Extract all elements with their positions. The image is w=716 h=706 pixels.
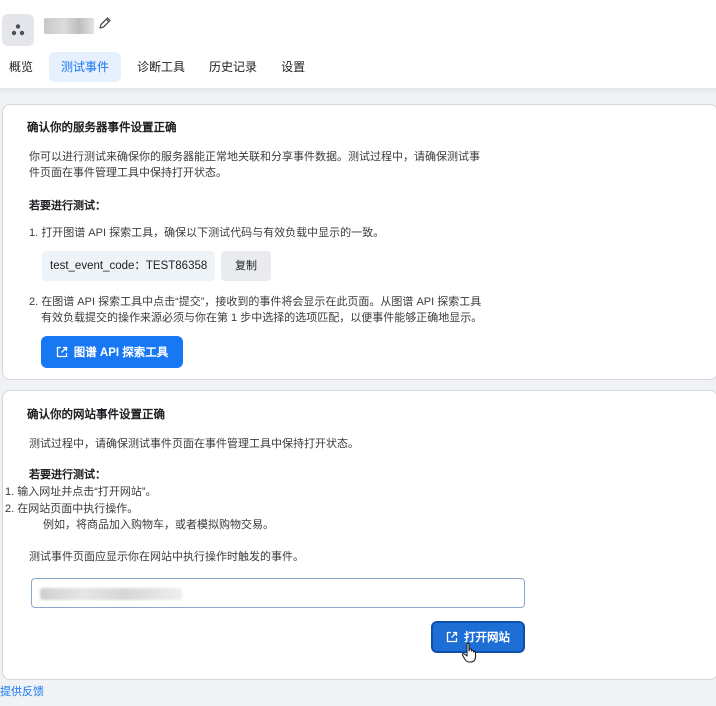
top-bar: 概览 测试事件 诊断工具 历史记录 设置: [0, 0, 716, 88]
website-step2-line1: 2. 在网站页面中执行操作。: [5, 503, 139, 515]
pixel-name-redacted: [44, 18, 94, 34]
website-step2-line2: 例如，将商品加入购物车，或者模拟购物交易。: [43, 519, 274, 531]
server-step2-line2: 有效负载提交的操作来源必须与你在第 1 步中选择的选项匹配，以便事件能够正确地显…: [41, 312, 483, 324]
website-url-input[interactable]: [31, 578, 525, 608]
copy-button[interactable]: 复制: [221, 251, 271, 281]
test-event-code: test_event_code：TEST86358: [42, 251, 216, 281]
website-steps-heading: 若要进行测试：: [29, 469, 106, 481]
server-intro-line2: 件页面在事件管理工具中保持打开状态。: [29, 167, 227, 179]
external-link-icon: [56, 346, 67, 358]
server-step1: 1. 打开图谱 API 探索工具，确保以下测试代码与有效负载中显示的一致。: [29, 227, 385, 239]
graph-api-explorer-button[interactable]: 图谱 API 探索工具: [41, 336, 183, 368]
tab-bar: 概览 测试事件 诊断工具 历史记录 设置: [0, 52, 317, 82]
server-step2-line1: 2. 在图谱 API 探索工具中点击“提交”，接收到的事件将会显示在此页面。从图…: [29, 296, 482, 308]
server-section-title: 确认你的服务器事件设置正确: [27, 122, 177, 134]
website-note: 测试事件页面应显示你在网站中执行操作时触发的事件。: [29, 551, 304, 563]
pixel-icon-glyph: [11, 24, 25, 36]
feedback-link[interactable]: 提供反馈: [0, 683, 44, 699]
server-events-card: 确认你的服务器事件设置正确 你可以进行测试来确保你的服务器能正常地关联和分享事件…: [2, 104, 716, 380]
url-redacted: [40, 588, 182, 600]
tab-history[interactable]: 历史记录: [197, 52, 269, 82]
pixel-icon[interactable]: [2, 14, 34, 46]
tab-overview[interactable]: 概览: [0, 52, 45, 82]
header-divider: [0, 88, 716, 94]
website-events-card: 确认你的网站事件设置正确 测试过程中，请确保测试事件页面在事件管理工具中保持打开…: [2, 390, 716, 680]
tab-diagnostics[interactable]: 诊断工具: [125, 52, 197, 82]
tab-test-events[interactable]: 测试事件: [49, 52, 122, 82]
server-intro-line1: 你可以进行测试来确保你的服务器能正常地关联和分享事件数据。测试过程中，请确保测试…: [29, 151, 480, 163]
graph-api-explorer-label: 图谱 API 探索工具: [73, 347, 169, 359]
external-link-icon: [446, 631, 458, 643]
tab-settings[interactable]: 设置: [269, 52, 317, 82]
website-intro: 测试过程中，请确保测试事件页面在事件管理工具中保持打开状态。: [29, 438, 359, 450]
pencil-icon[interactable]: [98, 16, 112, 35]
server-steps-heading: 若要进行测试：: [29, 200, 106, 212]
website-step1: 1. 输入网址并点击“打开网站”。: [5, 486, 157, 498]
website-section-title: 确认你的网站事件设置正确: [27, 409, 165, 421]
hand-cursor-icon: [461, 642, 477, 663]
